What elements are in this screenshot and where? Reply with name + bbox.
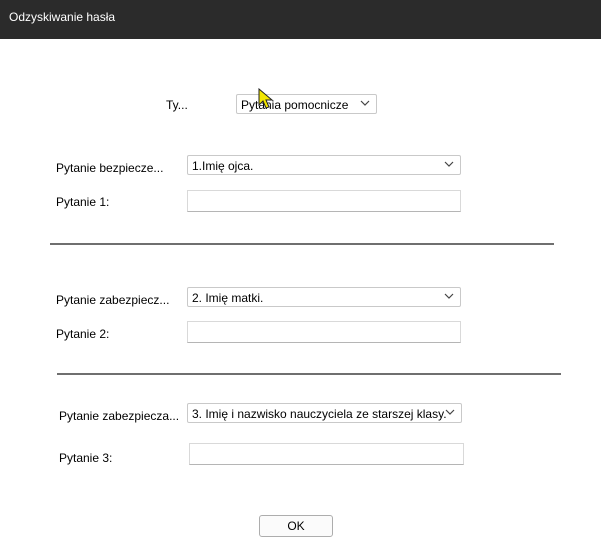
question-3-dropdown[interactable]: 3. Imię i nazwisko nauczyciela ze starsz… xyxy=(187,403,462,423)
question-1-value: 1.Imię ojca. xyxy=(192,159,254,173)
question-3-value: 3. Imię i nazwisko nauczyciela ze starsz… xyxy=(192,407,447,421)
answer-2-input[interactable] xyxy=(187,321,461,343)
window-title: Odzyskiwanie hasła xyxy=(9,10,116,24)
chevron-down-icon xyxy=(444,161,454,167)
title-bar: Odzyskiwanie hasła xyxy=(0,0,601,39)
question-2-dropdown[interactable]: 2. Imię matki. xyxy=(187,287,461,307)
question-1-label: Pytanie bezpiecze... xyxy=(56,161,164,175)
answer-1-label: Pytanie 1: xyxy=(56,195,110,209)
section-divider-2 xyxy=(57,373,561,375)
ok-button[interactable]: OK xyxy=(259,515,333,537)
question-3-label: Pytanie zabezpiecza... xyxy=(59,409,180,423)
chevron-down-icon xyxy=(444,293,454,299)
chevron-down-icon xyxy=(360,100,370,106)
answer-2-label: Pytanie 2: xyxy=(56,327,110,341)
answer-1-input[interactable] xyxy=(187,190,461,212)
question-2-label: Pytanie zabezpiecz... xyxy=(56,293,170,307)
question-2-value: 2. Imię matki. xyxy=(192,291,264,305)
answer-3-label: Pytanie 3: xyxy=(59,451,113,465)
mouse-cursor-icon xyxy=(258,88,274,109)
question-1-dropdown[interactable]: 1.Imię ojca. xyxy=(187,155,461,175)
answer-3-input[interactable] xyxy=(189,443,464,465)
chevron-down-icon xyxy=(445,409,455,415)
type-label: Ty... xyxy=(166,98,188,112)
section-divider-1 xyxy=(50,243,554,245)
